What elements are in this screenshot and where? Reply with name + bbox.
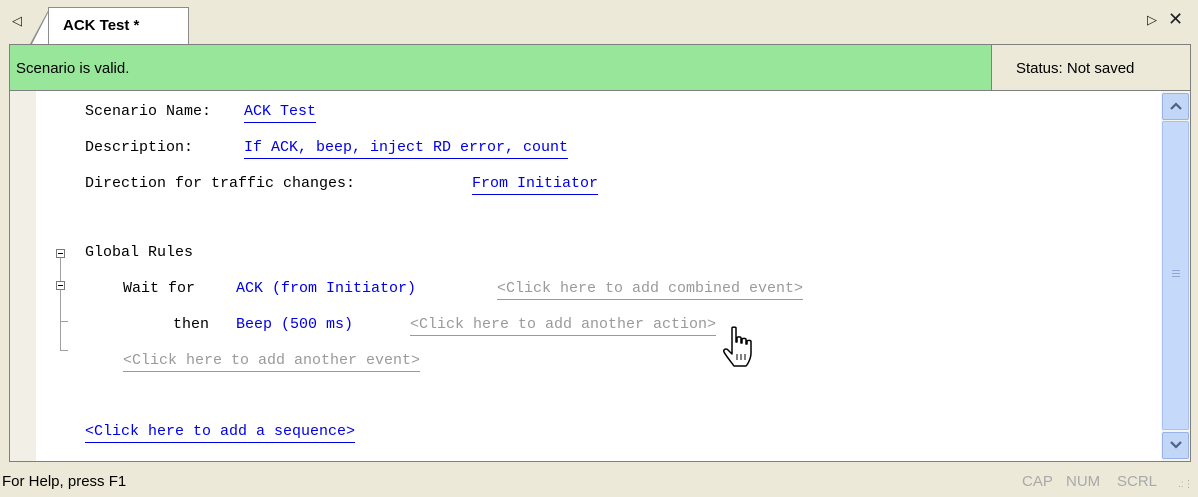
direction-link[interactable]: From Initiator <box>472 175 599 195</box>
global-rules-heading: Global Rules <box>85 244 194 261</box>
tab-strip: ◁ ACK Test * ▷ ✕ <box>0 0 1198 44</box>
scenario-editor: Scenario Name: ACK Test Description: If … <box>10 91 1160 461</box>
grip-icon <box>1172 270 1180 278</box>
add-another-action-link[interactable]: <Click here to add another action> <box>410 316 717 336</box>
vertical-scrollbar[interactable] <box>1161 91 1190 461</box>
caps-lock-indicator: CAP <box>1022 473 1053 490</box>
description-label: Description: <box>85 139 194 156</box>
scroll-thumb[interactable] <box>1162 121 1189 430</box>
tree-line <box>60 258 61 281</box>
editor-gutter <box>10 91 36 461</box>
tab-ack-test[interactable]: ACK Test * <box>48 7 189 44</box>
save-status-panel: Status: Not saved <box>991 45 1190 90</box>
triangle-left-icon[interactable]: ◁ <box>12 14 22 29</box>
chevron-up-icon <box>1170 102 1182 110</box>
action-beep-link[interactable]: Beep (500 ms) <box>236 316 353 333</box>
triangle-right-icon[interactable]: ▷ <box>1147 13 1157 28</box>
scroll-lock-indicator: SCRL <box>1117 473 1158 490</box>
direction-label: Direction for traffic changes: <box>85 175 356 192</box>
scenario-name-label: Scenario Name: <box>85 103 212 120</box>
tree-line <box>60 321 68 322</box>
wait-for-label: Wait for <box>123 280 196 297</box>
add-another-event-link[interactable]: <Click here to add another event> <box>123 352 421 372</box>
description-link[interactable]: If ACK, beep, inject RD error, count <box>244 139 569 159</box>
help-hint: For Help, press F1 <box>2 473 127 490</box>
tab-label: ACK Test * <box>63 17 140 34</box>
close-icon[interactable]: ✕ <box>1168 9 1183 30</box>
num-lock-indicator: NUM <box>1066 473 1101 490</box>
add-combined-event-link[interactable]: <Click here to add combined event> <box>497 280 804 300</box>
scenario-name-link[interactable]: ACK Test <box>244 103 317 123</box>
tree-line <box>60 290 61 350</box>
chevron-down-icon <box>1170 441 1182 449</box>
validation-message: Scenario is valid. <box>16 60 130 77</box>
validation-bar: Scenario is valid. Status: Not saved <box>10 45 1190 91</box>
app-status-bar: For Help, press F1 CAP NUM SCRL .:⋮ <box>0 462 1198 497</box>
scenario-editor-frame: Scenario is valid. Status: Not saved Sce… <box>9 44 1191 462</box>
event-ack-link[interactable]: ACK (from Initiator) <box>236 280 416 297</box>
then-label: then <box>173 316 210 333</box>
resize-grip-icon[interactable]: .:⋮ <box>1178 479 1194 490</box>
add-sequence-link[interactable]: <Click here to add a sequence> <box>85 423 356 443</box>
collapse-global-rules-icon[interactable] <box>56 249 65 258</box>
scroll-up-button[interactable] <box>1162 93 1189 120</box>
hand-cursor-icon <box>723 326 752 367</box>
tree-line <box>60 350 68 351</box>
scroll-down-button[interactable] <box>1162 432 1189 459</box>
save-status-text: Status: Not saved <box>1016 60 1135 77</box>
collapse-event-icon[interactable] <box>56 281 65 290</box>
